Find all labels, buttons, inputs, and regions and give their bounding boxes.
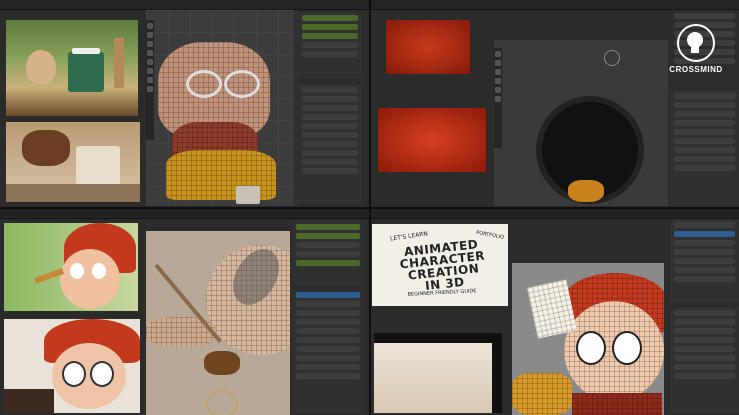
reference-character-whistle xyxy=(4,223,138,311)
book-kicker: LET'S LEARN xyxy=(389,230,429,243)
tool-shelf[interactable] xyxy=(146,20,154,140)
viewport-3d[interactable] xyxy=(146,10,294,206)
properties-panel[interactable] xyxy=(292,289,364,413)
book-title: ANIMATED CHARACTER CREATION IN 3D xyxy=(399,237,486,293)
quadrant-bottom-left xyxy=(0,209,369,415)
properties-panel[interactable] xyxy=(670,90,739,206)
outliner-panel[interactable] xyxy=(292,221,364,285)
quadrant-top-left xyxy=(0,0,369,207)
viewport-3d-hand[interactable] xyxy=(146,231,290,415)
course-book-cover: LET'S LEARN PORTFOLIO ANIMATED CHARACTER… xyxy=(372,224,508,306)
editor-header[interactable] xyxy=(370,209,739,219)
logo-text: CROSSMIND xyxy=(669,65,723,74)
reference-character-cap xyxy=(4,319,140,413)
render-preview-red-top xyxy=(386,20,470,74)
viewport-3d-hair[interactable] xyxy=(494,40,668,206)
editor-header[interactable] xyxy=(370,0,739,10)
properties-panel[interactable] xyxy=(670,307,739,413)
properties-panel[interactable] xyxy=(298,84,362,204)
tool-shelf[interactable] xyxy=(494,48,502,148)
outliner-panel[interactable] xyxy=(670,219,739,303)
render-preview-red-large xyxy=(378,108,486,172)
reference-image-hand-mug xyxy=(6,122,140,202)
viewport-3d-character[interactable] xyxy=(512,263,664,415)
editor-header[interactable] xyxy=(0,209,369,219)
outliner-panel[interactable] xyxy=(298,12,362,78)
horizontal-divider xyxy=(0,207,739,209)
reference-image-coffee-mug xyxy=(6,20,138,116)
editor-header[interactable] xyxy=(0,0,369,10)
skull-icon xyxy=(677,24,715,62)
reference-photo-bottom xyxy=(374,333,502,413)
crossmind-logo: CROSSMIND xyxy=(668,24,724,74)
